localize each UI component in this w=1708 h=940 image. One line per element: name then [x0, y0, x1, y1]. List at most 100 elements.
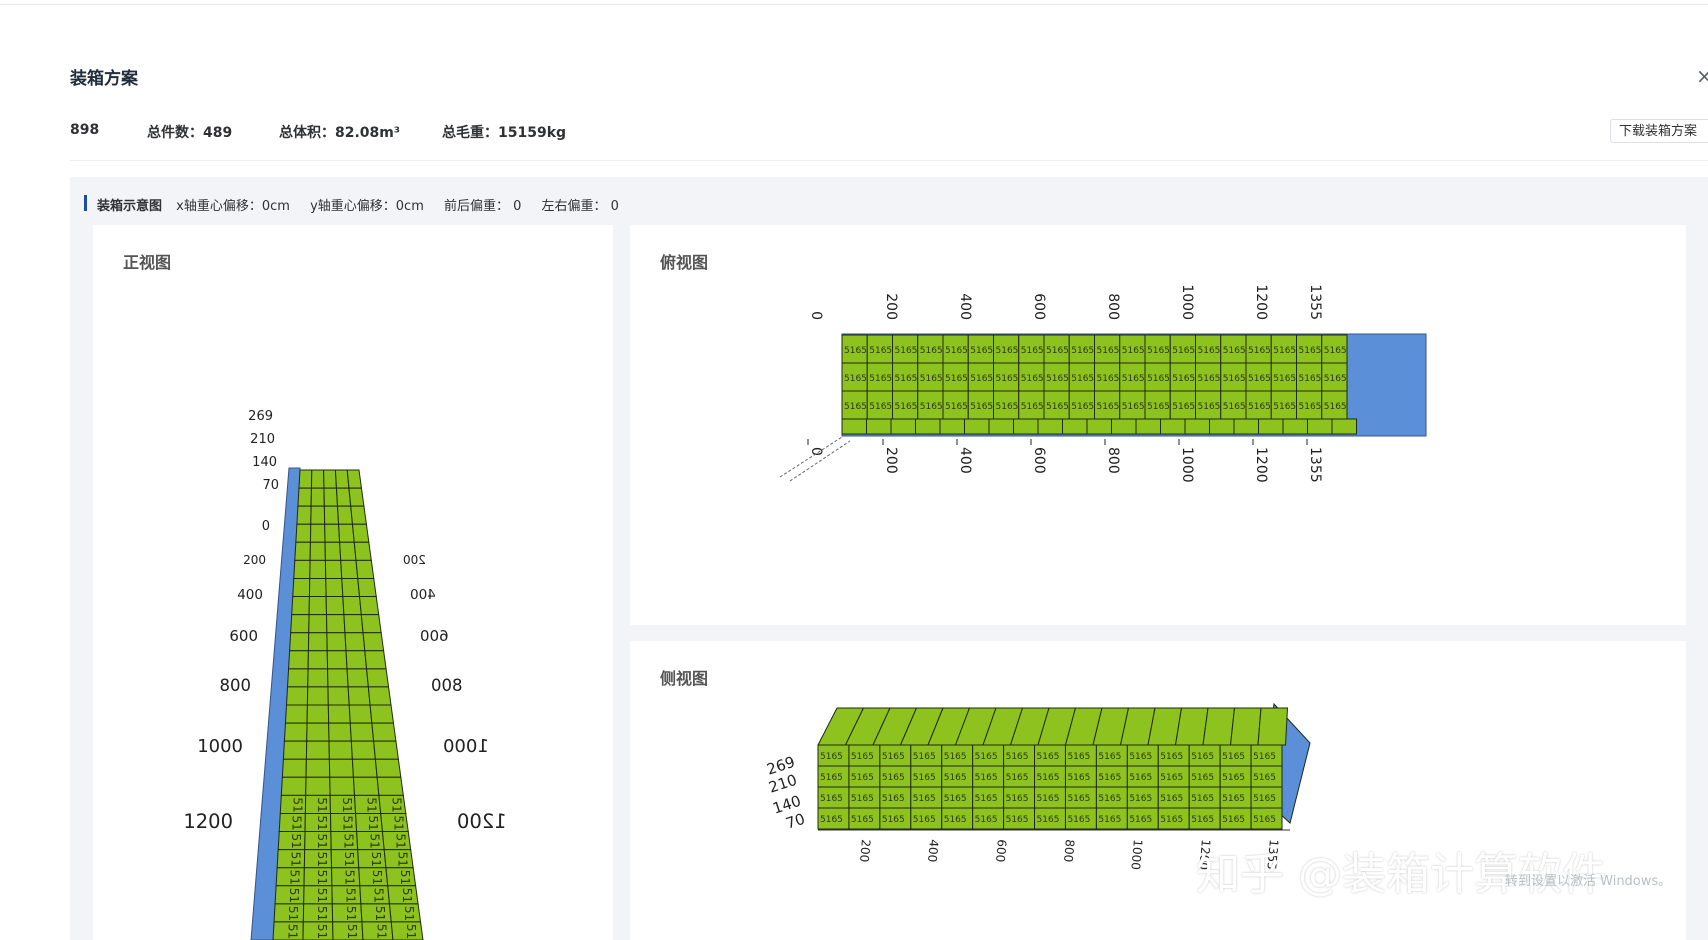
box-label: 5165: [1098, 773, 1121, 783]
cargo-box: [308, 614, 328, 634]
box-label: 5165: [1273, 374, 1296, 384]
cargo-box: [307, 668, 329, 688]
cargo-box: [326, 650, 348, 670]
cargo-box: [290, 614, 310, 634]
top-scale-label-lower: 0: [808, 447, 824, 456]
cargo-box: [305, 740, 330, 760]
box-label: 5165: [1122, 374, 1145, 384]
stat-total-volume: 总体积：82.08m³: [279, 125, 401, 141]
box-label: 5165: [1021, 374, 1044, 384]
box-label: 5165: [970, 374, 993, 384]
box-label: 5165: [1037, 773, 1060, 783]
box-label: 5165: [1172, 402, 1195, 412]
box-label: 5165: [945, 374, 968, 384]
y-axis-offset: y轴重心偏移：0cm: [310, 199, 424, 214]
cargo-box: [328, 722, 352, 742]
box-label: 5165: [944, 794, 967, 804]
cargo-box: [281, 758, 307, 778]
front-depth-label-mirrored: 1000: [443, 736, 489, 757]
cargo-box: [326, 632, 347, 652]
download-plan-button[interactable]: 下载装箱方案: [1610, 119, 1708, 143]
front-depth-label: 200: [243, 553, 266, 567]
cargo-box: [364, 650, 387, 670]
box-label: 5165: [1147, 374, 1170, 384]
cargo-box: [350, 740, 376, 760]
cargo-box: [328, 740, 353, 760]
box-label: 5165: [1097, 374, 1120, 384]
close-icon[interactable]: ×: [1696, 64, 1708, 88]
section-accent-bar: [84, 195, 87, 211]
cargo-box-bottom-row: [1086, 418, 1112, 435]
box-label: 5165: [895, 402, 918, 412]
box-label: 5165: [1129, 815, 1152, 825]
box-label: 5165: [404, 924, 418, 940]
box-label: 5165: [1046, 346, 1069, 356]
cargo-box: [371, 722, 397, 742]
cargo-box: [346, 469, 363, 489]
box-label: 5165: [374, 924, 388, 940]
top-scale-label-lower: 600: [1031, 447, 1047, 474]
dialog-title: 装箱方案: [70, 69, 138, 89]
box-label: 5165: [1129, 773, 1152, 783]
stat-gross-weight: 总毛重：15159kg: [442, 125, 567, 141]
box-label: 5165: [1222, 773, 1245, 783]
box-label: 5165: [1253, 794, 1276, 804]
box-label: 5165: [315, 924, 329, 940]
cargo-box: [308, 596, 328, 616]
cargo-box: [289, 632, 310, 652]
box-label: 5165: [1223, 374, 1246, 384]
box-label: 5165: [1191, 752, 1214, 762]
cargo-box: [328, 758, 354, 778]
cargo-box: [310, 505, 326, 525]
cargo-box: [340, 559, 359, 579]
front-height-label: 140: [252, 455, 277, 470]
cargo-box: [285, 686, 309, 706]
box-label: 5165: [975, 752, 998, 762]
box-label: 5165: [869, 346, 892, 356]
cargo-box: [298, 469, 313, 489]
cargo-box: [305, 758, 331, 778]
cargo-box-bottom-row: [939, 418, 965, 435]
box-label: 5165: [975, 794, 998, 804]
box-label: 5165: [1067, 752, 1090, 762]
box-label: 5165: [820, 815, 843, 825]
box-label: 5165: [1098, 794, 1121, 804]
cargo-box: [327, 704, 351, 724]
cargo-box-bottom-row: [890, 418, 916, 435]
stat-count: 898: [70, 122, 100, 138]
cargo-box: [351, 758, 378, 778]
cargo-box: [306, 686, 329, 706]
box-label: 5165: [945, 402, 968, 412]
side-length-label: 400: [925, 839, 941, 863]
cargo-box-bottom-row: [1307, 418, 1333, 435]
box-label: 5165: [1191, 815, 1214, 825]
top-scale-label-upper: 200: [883, 293, 899, 320]
front-height-label: 70: [262, 478, 279, 493]
perspective-line: [779, 436, 843, 478]
box-label: 5165: [1071, 402, 1094, 412]
box-label: 5165: [944, 815, 967, 825]
cargo-box: [310, 487, 325, 507]
box-label: 5165: [882, 773, 905, 783]
cargo-box: [344, 632, 366, 652]
top-scale-label-lower: 800: [1105, 447, 1121, 474]
cargo-box-top: [1174, 707, 1209, 746]
front-depth-label-mirrored: 800: [431, 676, 463, 695]
box-label: 5165: [1021, 402, 1044, 412]
front-height-label: 269: [248, 409, 273, 424]
box-label: 5165: [1273, 346, 1296, 356]
box-label: 5165: [1324, 374, 1347, 384]
diagram-section-header: 装箱示意图 x轴重心偏移：0cm y轴重心偏移：0cm 前后偏重： 0 左右偏重…: [97, 195, 635, 214]
top-scale-label-upper: 0: [808, 311, 824, 320]
cargo-box: [334, 469, 350, 489]
cargo-box: [323, 505, 340, 525]
box-label: 5165: [882, 794, 905, 804]
box-label: 5165: [975, 815, 998, 825]
box-label: 5165: [1222, 815, 1245, 825]
box-label: 5165: [1046, 374, 1069, 384]
front-depth-label-mirrored: 400: [410, 587, 436, 603]
box-label: 5165: [851, 794, 874, 804]
cargo-box-bottom-row: [1209, 418, 1235, 435]
front-height-label: 210: [250, 432, 275, 447]
box-label: 5165: [844, 346, 867, 356]
